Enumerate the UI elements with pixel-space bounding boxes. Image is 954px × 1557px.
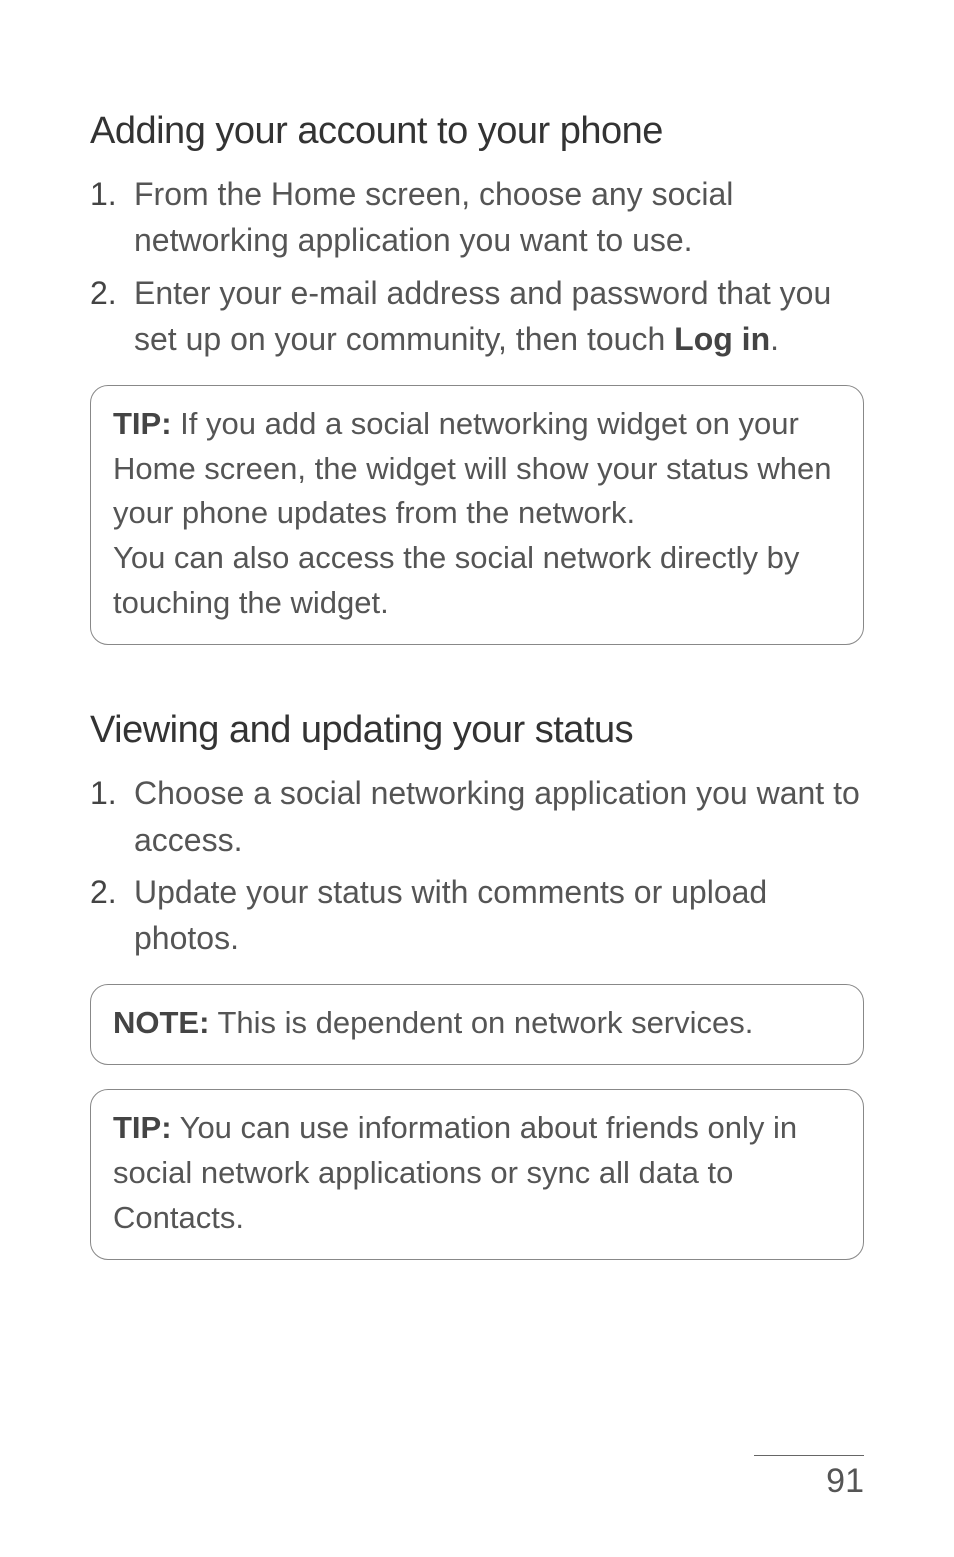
heading-adding-account: Adding your account to your phone	[90, 110, 864, 153]
tip-label: TIP:	[113, 406, 172, 441]
list-item: 2. Update your status with comments or u…	[90, 869, 864, 962]
list-item: 1. Choose a social networking applicatio…	[90, 770, 864, 863]
step-number: 2.	[90, 869, 117, 915]
step-number: 1.	[90, 171, 117, 217]
step-text: From the Home screen, choose any social …	[134, 176, 733, 258]
tip-box-widget: TIP: If you add a social networking widg…	[90, 385, 864, 646]
step-text: Update your status with comments or uplo…	[134, 874, 767, 956]
note-text: This is dependent on network services.	[209, 1005, 753, 1040]
step-number: 2.	[90, 270, 117, 316]
tip-label: TIP:	[113, 1110, 172, 1145]
tip-text: You can use information about friends on…	[113, 1110, 797, 1235]
footer-rule	[754, 1455, 864, 1456]
spacer	[90, 669, 864, 709]
steps-viewing-status: 1. Choose a social networking applicatio…	[90, 770, 864, 962]
note-label: NOTE:	[113, 1005, 209, 1040]
list-item: 1. From the Home screen, choose any soci…	[90, 171, 864, 264]
step-number: 1.	[90, 770, 117, 816]
page-footer: 91	[754, 1455, 864, 1501]
steps-adding-account: 1. From the Home screen, choose any soci…	[90, 171, 864, 363]
tip-text: If you add a social networking widget on…	[113, 406, 832, 531]
list-item: 2. Enter your e-mail address and passwor…	[90, 270, 864, 363]
step-text: Choose a social networking application y…	[134, 775, 860, 857]
tip-box-contacts: TIP: You can use information about frien…	[90, 1089, 864, 1260]
step-text-after: .	[770, 321, 779, 357]
bold-text: Log in	[674, 321, 770, 357]
tip-text-followup: You can also access the social network d…	[113, 536, 841, 626]
heading-viewing-status: Viewing and updating your status	[90, 709, 864, 752]
page-number: 91	[754, 1462, 864, 1501]
document-page: Adding your account to your phone 1. Fro…	[0, 0, 954, 1557]
note-box: NOTE: This is dependent on network servi…	[90, 984, 864, 1065]
